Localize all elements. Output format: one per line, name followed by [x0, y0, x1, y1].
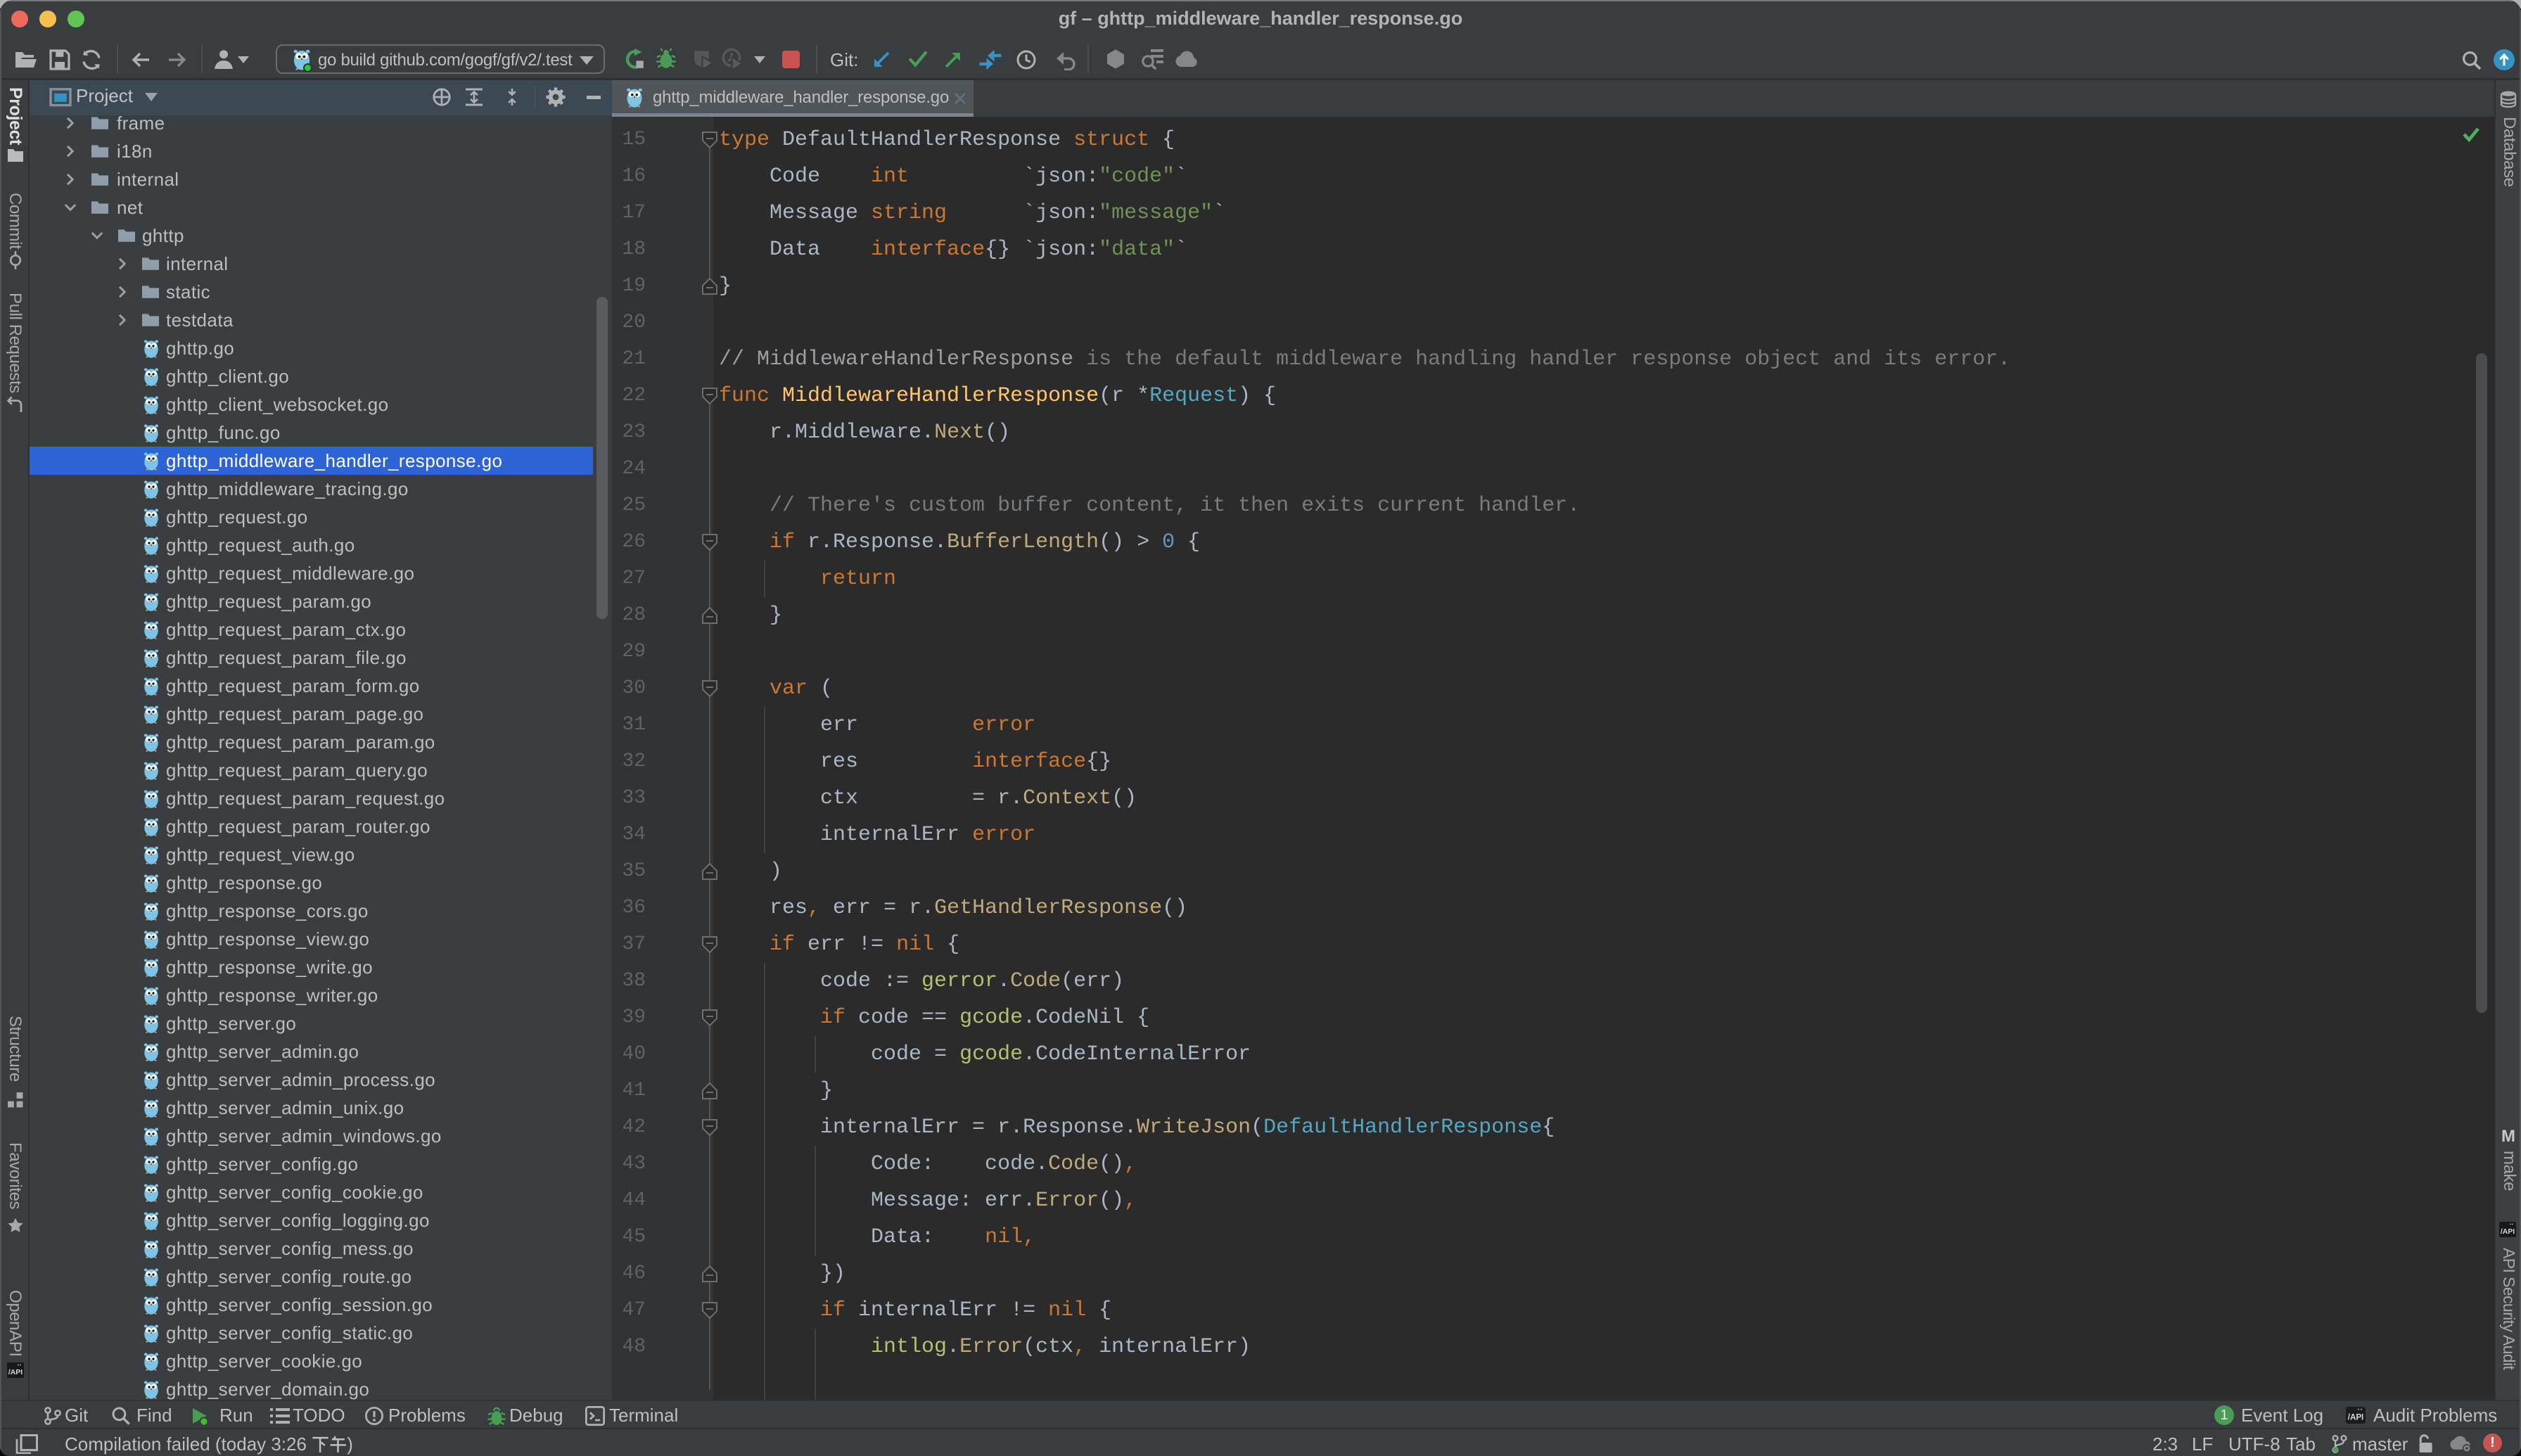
svg-text:/API: /API — [8, 1369, 23, 1377]
svg-text:/API: /API — [2501, 1228, 2515, 1236]
svg-text:/API: /API — [2348, 1413, 2364, 1422]
